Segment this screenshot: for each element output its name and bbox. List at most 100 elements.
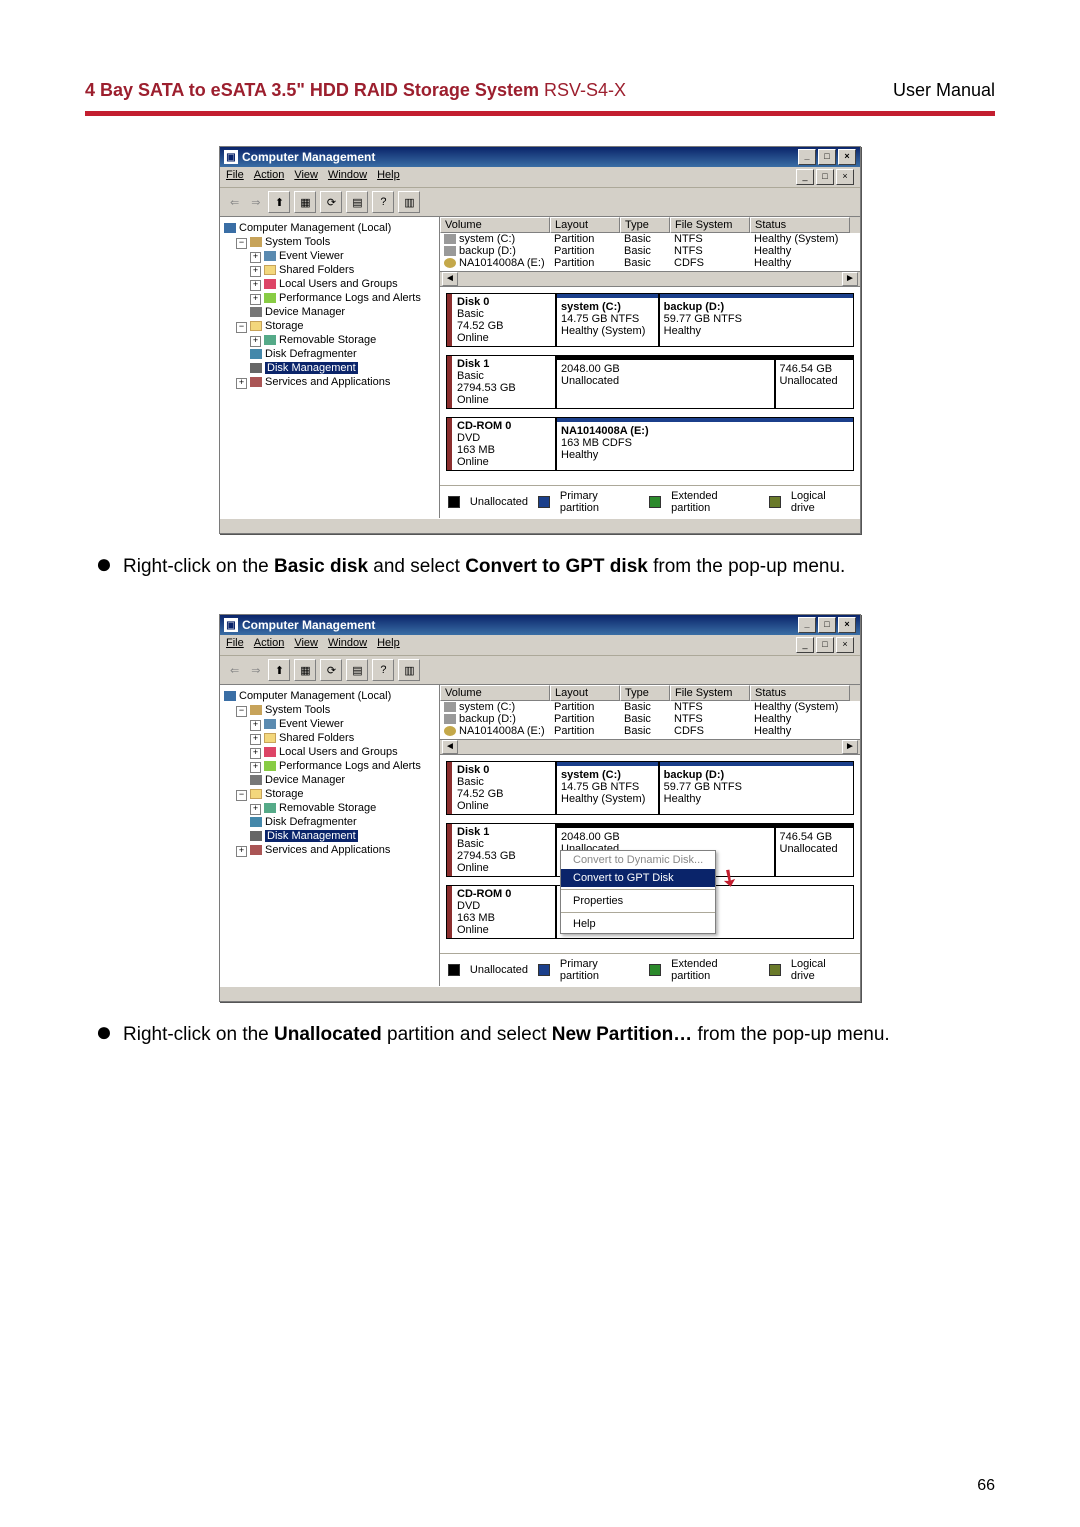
tree-removable[interactable]: +Removable Storage <box>222 333 437 347</box>
mdi-restore-button[interactable]: □ <box>816 637 834 653</box>
col-layout[interactable]: Layout <box>550 217 620 233</box>
context-menu[interactable]: Convert to Dynamic Disk... Convert to GP… <box>560 850 716 934</box>
mdi-restore-button[interactable]: □ <box>816 169 834 185</box>
tree-device-manager[interactable]: Device Manager <box>222 305 437 319</box>
disk-row-0[interactable]: Disk 0Basic74.52 GBOnline system (C:)14.… <box>446 761 854 815</box>
volume-header[interactable]: Volume Layout Type File System Status <box>440 685 860 701</box>
volume-row[interactable]: backup (D:) PartitionBasicNTFSHealthy <box>440 713 860 725</box>
back-icon[interactable]: ⇐ <box>226 196 243 209</box>
menu-help[interactable]: Help <box>377 637 400 653</box>
maximize-button[interactable]: □ <box>818 149 836 165</box>
nav-tree[interactable]: Computer Management (Local) −System Tool… <box>220 685 440 986</box>
col-status[interactable]: Status <box>750 217 850 233</box>
refresh-button[interactable]: ⟳ <box>320 659 342 681</box>
tree-local-users[interactable]: +Local Users and Groups <box>222 277 437 291</box>
col-type[interactable]: Type <box>620 217 670 233</box>
help-button[interactable]: ? <box>372 659 394 681</box>
properties-button[interactable]: ▤ <box>346 659 368 681</box>
tree-storage[interactable]: −Storage <box>222 319 437 333</box>
horizontal-scrollbar[interactable]: ◄ ► <box>440 739 860 754</box>
tree-shared-folders[interactable]: +Shared Folders <box>222 263 437 277</box>
disk-map: Disk 0 Basic 74.52 GB Online system (C:)… <box>440 286 860 485</box>
show-hide-button[interactable]: ▦ <box>294 191 316 213</box>
nav-tree[interactable]: Computer Management (Local) −System Tool… <box>220 217 440 518</box>
menu-window[interactable]: Window <box>328 169 367 185</box>
scroll-left-icon[interactable]: ◄ <box>442 740 458 754</box>
properties-button[interactable]: ▤ <box>346 191 368 213</box>
menu-window[interactable]: Window <box>328 637 367 653</box>
up-button[interactable]: ⬆ <box>268 659 290 681</box>
ctx-properties[interactable]: Properties <box>561 892 715 910</box>
ctx-convert-dynamic[interactable]: Convert to Dynamic Disk... <box>561 851 715 869</box>
tree-device-manager[interactable]: Device Manager <box>222 773 437 787</box>
scroll-right-icon[interactable]: ► <box>842 272 858 286</box>
hdd-icon <box>444 234 456 244</box>
horizontal-scrollbar[interactable]: ◄ ► <box>440 271 860 286</box>
scroll-left-icon[interactable]: ◄ <box>442 272 458 286</box>
tree-system-tools[interactable]: −System Tools <box>222 703 437 717</box>
tree-event-viewer[interactable]: +Event Viewer <box>222 717 437 731</box>
tree-defrag[interactable]: Disk Defragmenter <box>222 347 437 361</box>
disk-row-1[interactable]: Disk 1 Basic 2794.53 GB Online 2048.00 G… <box>446 355 854 409</box>
volume-row[interactable]: NA1014008A (E:) PartitionBasicCDFSHealth… <box>440 257 860 269</box>
col-volume[interactable]: Volume <box>440 217 550 233</box>
tree-local-users[interactable]: +Local Users and Groups <box>222 745 437 759</box>
ctx-convert-gpt[interactable]: Convert to GPT Disk <box>561 869 715 887</box>
forward-icon[interactable]: ⇒ <box>247 196 264 209</box>
menu-action[interactable]: Action <box>254 637 285 653</box>
extra-button[interactable]: ▥ <box>398 659 420 681</box>
tree-removable[interactable]: +Removable Storage <box>222 801 437 815</box>
tree-root[interactable]: Computer Management (Local) <box>222 221 437 235</box>
tree-defrag[interactable]: Disk Defragmenter <box>222 815 437 829</box>
legend-swatch-primary <box>538 964 550 976</box>
tree-storage[interactable]: −Storage <box>222 787 437 801</box>
volume-header[interactable]: Volume Layout Type File System Status <box>440 217 860 233</box>
show-hide-button[interactable]: ▦ <box>294 659 316 681</box>
minimize-button[interactable]: _ <box>798 149 816 165</box>
mdi-minimize-button[interactable]: _ <box>796 169 814 185</box>
mdi-minimize-button[interactable]: _ <box>796 637 814 653</box>
titlebar[interactable]: ▣ Computer Management _ □ × <box>220 615 860 635</box>
tree-services[interactable]: +Services and Applications <box>222 843 437 857</box>
tree-shared-folders[interactable]: +Shared Folders <box>222 731 437 745</box>
maximize-button[interactable]: □ <box>818 617 836 633</box>
volume-row[interactable]: NA1014008A (E:) PartitionBasicCDFSHealth… <box>440 725 860 737</box>
volume-row[interactable]: backup (D:) PartitionBasicNTFSHealthy <box>440 245 860 257</box>
forward-icon[interactable]: ⇒ <box>247 664 264 677</box>
close-button[interactable]: × <box>838 149 856 165</box>
ctx-help[interactable]: Help <box>561 915 715 933</box>
volume-row[interactable]: system (C:) PartitionBasicNTFSHealthy (S… <box>440 701 860 713</box>
volume-list[interactable]: system (C:) PartitionBasicNTFSHealthy (S… <box>440 233 860 271</box>
close-button[interactable]: × <box>838 617 856 633</box>
menu-view[interactable]: View <box>294 169 318 185</box>
extra-button[interactable]: ▥ <box>398 191 420 213</box>
tree-event-viewer[interactable]: +Event Viewer <box>222 249 437 263</box>
tree-perf-logs[interactable]: +Performance Logs and Alerts <box>222 759 437 773</box>
menu-action[interactable]: Action <box>254 169 285 185</box>
scroll-right-icon[interactable]: ► <box>842 740 858 754</box>
disk-row-cd[interactable]: CD-ROM 0 DVD 163 MB Online NA1014008A (E… <box>446 417 854 471</box>
refresh-button[interactable]: ⟳ <box>320 191 342 213</box>
tree-disk-management[interactable]: Disk Management <box>222 361 437 375</box>
menu-help[interactable]: Help <box>377 169 400 185</box>
tree-services[interactable]: +Services and Applications <box>222 375 437 389</box>
col-fs[interactable]: File System <box>670 217 750 233</box>
menu-file[interactable]: File <box>226 169 244 185</box>
titlebar[interactable]: ▣ Computer Management _ □ × <box>220 147 860 167</box>
tree-perf-logs[interactable]: +Performance Logs and Alerts <box>222 291 437 305</box>
up-button[interactable]: ⬆ <box>268 191 290 213</box>
tree-disk-management[interactable]: Disk Management <box>222 829 437 843</box>
tree-root[interactable]: Computer Management (Local) <box>222 689 437 703</box>
legend-swatch-logical <box>769 496 781 508</box>
minimize-button[interactable]: _ <box>798 617 816 633</box>
back-icon[interactable]: ⇐ <box>226 664 243 677</box>
menu-view[interactable]: View <box>294 637 318 653</box>
volume-list[interactable]: system (C:) PartitionBasicNTFSHealthy (S… <box>440 701 860 739</box>
menu-file[interactable]: File <box>226 637 244 653</box>
mdi-close-button[interactable]: × <box>836 169 854 185</box>
mdi-close-button[interactable]: × <box>836 637 854 653</box>
volume-row[interactable]: system (C:) PartitionBasicNTFSHealthy (S… <box>440 233 860 245</box>
tree-system-tools[interactable]: −System Tools <box>222 235 437 249</box>
help-button[interactable]: ? <box>372 191 394 213</box>
disk-row-0[interactable]: Disk 0 Basic 74.52 GB Online system (C:)… <box>446 293 854 347</box>
